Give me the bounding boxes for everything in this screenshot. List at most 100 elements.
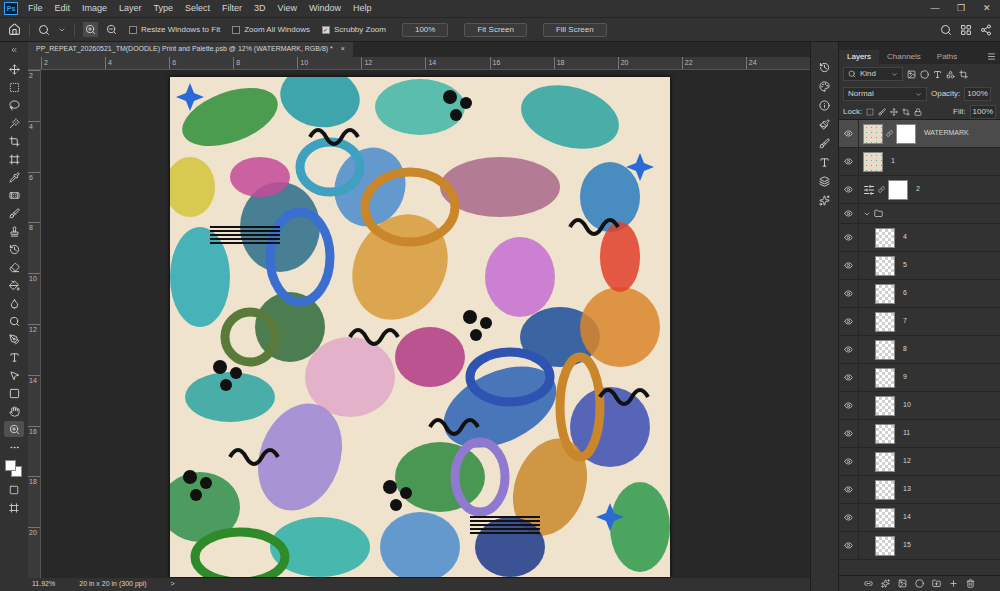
color-swatches[interactable]: [4, 459, 24, 479]
option-checkbox[interactable]: Resize Windows to Fit: [129, 24, 220, 36]
visibility-icon[interactable]: [844, 185, 853, 194]
menu-item[interactable]: Layer: [117, 2, 144, 16]
layer-mask-thumbnail[interactable]: [896, 124, 916, 144]
visibility-icon[interactable]: [844, 317, 853, 326]
layer-name[interactable]: 5: [903, 260, 907, 271]
visibility-icon[interactable]: [844, 157, 853, 166]
workspace-icon[interactable]: [960, 24, 972, 36]
tool-button[interactable]: [4, 115, 24, 131]
window-control[interactable]: ❐: [952, 2, 970, 16]
layer-row[interactable]: 11: [839, 420, 1000, 448]
option-button[interactable]: Fill Screen: [543, 23, 607, 37]
share-icon[interactable]: [980, 24, 992, 36]
lock-position-icon[interactable]: [890, 108, 898, 116]
smart-object-filter-icon[interactable]: [959, 70, 968, 79]
lock-pixels-icon[interactable]: [866, 108, 874, 116]
visibility-icon[interactable]: [844, 345, 853, 354]
tool-button[interactable]: [4, 403, 24, 419]
blend-mode-select[interactable]: Normal: [843, 87, 927, 101]
layer-name[interactable]: 7: [903, 316, 907, 327]
layer-row[interactable]: 14: [839, 504, 1000, 532]
layer-row[interactable]: 7: [839, 308, 1000, 336]
panel-tab[interactable]: Channels: [879, 50, 929, 64]
menu-item[interactable]: Help: [351, 2, 374, 16]
panel-shortcut-icon[interactable]: [819, 138, 830, 149]
layer-row[interactable]: 5: [839, 252, 1000, 280]
opacity-field[interactable]: 100%: [964, 87, 990, 101]
visibility-icon[interactable]: [844, 209, 853, 218]
visibility-icon[interactable]: [844, 513, 853, 522]
zoom-preset-icon[interactable]: [38, 24, 50, 36]
tool-button[interactable]: [4, 79, 24, 95]
layer-name[interactable]: 1: [891, 156, 895, 167]
tool-button[interactable]: [4, 295, 24, 311]
layer-row[interactable]: 13: [839, 476, 1000, 504]
collapse-icon[interactable]: [10, 46, 18, 54]
tool-button[interactable]: [4, 439, 24, 455]
type-filter-icon[interactable]: [933, 70, 942, 79]
tool-button[interactable]: [4, 97, 24, 113]
layer-name[interactable]: 12: [903, 456, 911, 467]
layer-row[interactable]: 12: [839, 448, 1000, 476]
tool-button[interactable]: [4, 277, 24, 293]
visibility-icon[interactable]: [844, 373, 853, 382]
layer-name[interactable]: 6: [903, 288, 907, 299]
visibility-icon[interactable]: [844, 289, 853, 298]
zoom-in-icon[interactable]: [85, 24, 96, 35]
layer-row[interactable]: 4: [839, 224, 1000, 252]
menu-item[interactable]: View: [276, 2, 299, 16]
menu-item[interactable]: Filter: [220, 2, 244, 16]
zoom-out-icon[interactable]: [106, 24, 117, 35]
close-tab[interactable]: ×: [341, 44, 345, 55]
option-checkbox[interactable]: ✓Scrubby Zoom: [322, 24, 386, 36]
tool-button[interactable]: [4, 367, 24, 383]
layer-name[interactable]: 4: [903, 232, 907, 243]
visibility-icon[interactable]: [844, 261, 853, 270]
panel-menu-icon[interactable]: [987, 52, 996, 61]
pixel-filter-icon[interactable]: [907, 70, 916, 79]
expand-icon[interactable]: [863, 210, 871, 218]
new-group-icon[interactable]: [932, 579, 941, 588]
tool-button[interactable]: [4, 241, 24, 257]
search-icon[interactable]: [940, 24, 952, 36]
panel-shortcut-icon[interactable]: [819, 81, 830, 92]
layer-row[interactable]: 6: [839, 280, 1000, 308]
layer-name[interactable]: 11: [903, 428, 910, 439]
tool-button[interactable]: [4, 349, 24, 365]
window-control[interactable]: ✕: [978, 2, 996, 16]
zoom-level[interactable]: 11.92%: [32, 579, 55, 590]
fill-field[interactable]: 100%: [970, 105, 996, 119]
visibility-icon[interactable]: [844, 401, 853, 410]
visibility-icon[interactable]: [844, 233, 853, 242]
panel-tab[interactable]: Layers: [839, 50, 879, 64]
panel-shortcut-icon[interactable]: [819, 119, 830, 130]
tool-button[interactable]: [4, 205, 24, 221]
new-layer-icon[interactable]: [949, 579, 958, 588]
new-adjustment-icon[interactable]: [915, 579, 924, 588]
visibility-icon[interactable]: [844, 429, 853, 438]
add-mask-icon[interactable]: [898, 579, 907, 588]
layer-row[interactable]: 2: [839, 176, 1000, 204]
layer-name[interactable]: WATERMARK: [924, 128, 969, 139]
lock-image-icon[interactable]: [878, 108, 886, 116]
quick-mask-icon[interactable]: [9, 485, 19, 495]
filter-select[interactable]: Kind: [843, 67, 903, 81]
canvas[interactable]: [170, 77, 670, 577]
menu-item[interactable]: Select: [183, 2, 212, 16]
tool-button[interactable]: [4, 169, 24, 185]
menu-item[interactable]: Window: [307, 2, 343, 16]
menu-item[interactable]: Image: [80, 2, 109, 16]
panel-shortcut-icon[interactable]: [819, 100, 830, 111]
option-button[interactable]: 100%: [402, 23, 448, 37]
layer-name[interactable]: 10: [903, 400, 911, 411]
layer-row[interactable]: 8: [839, 336, 1000, 364]
tool-button[interactable]: [4, 313, 24, 329]
panel-shortcut-icon[interactable]: [819, 157, 830, 168]
layer-row[interactable]: 9: [839, 364, 1000, 392]
option-checkbox[interactable]: Zoom All Windows: [232, 24, 310, 36]
layer-row[interactable]: 15: [839, 532, 1000, 560]
tool-button[interactable]: [4, 133, 24, 149]
panel-shortcut-icon[interactable]: [819, 195, 830, 206]
option-button[interactable]: Fit Screen: [464, 23, 526, 37]
menu-item[interactable]: File: [26, 2, 45, 16]
